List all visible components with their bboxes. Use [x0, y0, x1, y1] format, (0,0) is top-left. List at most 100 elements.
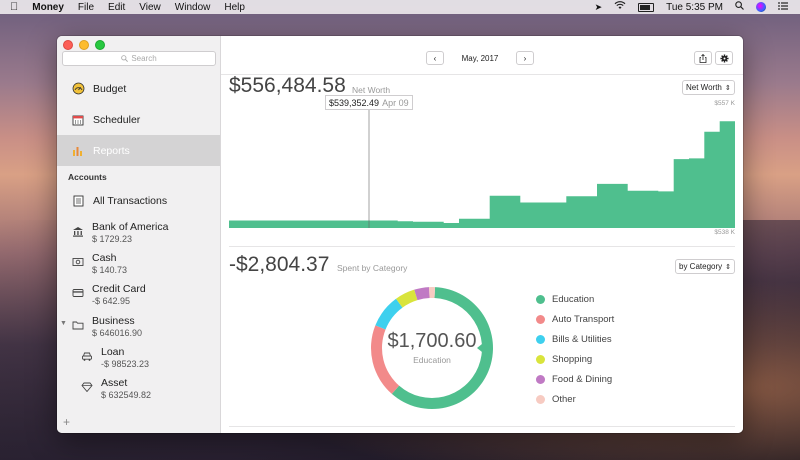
y-min-label: $538 K [714, 229, 735, 236]
reports-panel: ‹ May, 2017 › $556,484.58 Net Worth Net … [221, 36, 743, 433]
legend-label: Food & Dining [552, 373, 613, 385]
account-name: Credit Card [92, 283, 146, 295]
account-loan[interactable]: Loan -$ 98523.23 [57, 346, 229, 370]
menu-bar:  Money File Edit View Window Help ➤ Tue… [0, 0, 800, 14]
legend-item[interactable]: Food & Dining [536, 369, 614, 389]
legend-item[interactable]: Bills & Utilities [536, 329, 614, 349]
account-name: Bank of America [92, 221, 169, 233]
siri-icon[interactable] [756, 2, 766, 12]
legend-label: Shopping [552, 353, 593, 365]
net-worth-label: Net Worth [352, 85, 391, 95]
notification-center-icon[interactable] [778, 1, 788, 13]
toolbar: ‹ May, 2017 › [221, 36, 743, 74]
spotlight-icon[interactable] [735, 1, 744, 13]
disclosure-triangle-icon[interactable]: ▼ [60, 320, 67, 327]
account-name: Loan [101, 346, 125, 358]
sidebar-item-label: All Transactions [93, 194, 168, 207]
menu-window[interactable]: Window [175, 2, 211, 13]
battery-icon[interactable] [638, 2, 655, 12]
date-navigator: ‹ May, 2017 › [426, 51, 534, 65]
spent-label: Spent by Category [337, 263, 408, 273]
accounts-header: Accounts [68, 172, 107, 182]
close-window-button[interactable] [63, 40, 73, 50]
donut-center: $1,700.60 Education [367, 330, 497, 365]
updown-chevron-icon: ⇕ [725, 263, 732, 271]
legend-swatch [536, 334, 545, 344]
grouping-value: by Category [679, 262, 723, 271]
app-menu[interactable]: Money [32, 2, 64, 13]
add-account-icon[interactable]: + [63, 415, 70, 429]
account-balance: $ 632549.82 [101, 390, 152, 400]
sidebar-item-reports[interactable]: Reports [57, 135, 220, 166]
legend-label: Education [552, 293, 595, 305]
bar-chart-icon [71, 144, 85, 158]
account-business[interactable]: ▼ Business $ 646016.90 [57, 315, 220, 339]
sidebar: Search Budget Scheduler Reports Accounts [57, 36, 221, 433]
account-balance: -$ 98523.23 [101, 359, 150, 369]
share-button[interactable] [694, 51, 712, 65]
legend-label: Bills & Utilities [552, 333, 612, 345]
menu-edit[interactable]: Edit [108, 2, 125, 13]
sidebar-item-scheduler[interactable]: Scheduler [57, 104, 220, 135]
updown-chevron-icon: ⇕ [724, 84, 731, 92]
minimize-window-button[interactable] [79, 40, 89, 50]
menu-file[interactable]: File [78, 2, 94, 13]
tooltip-date: Apr 09 [382, 97, 409, 108]
apple-icon[interactable]:  [10, 1, 18, 13]
account-cash[interactable]: Cash $ 140.73 [57, 252, 220, 276]
donut-center-label: Education [413, 355, 451, 365]
sidebar-item-label: Budget [93, 82, 127, 95]
folder-icon [71, 318, 85, 332]
section-divider [229, 246, 735, 247]
spent-value: -$2,804.37 [229, 253, 330, 276]
prev-month-button[interactable]: ‹ [426, 51, 444, 65]
donut-slice-bills-utilities[interactable] [375, 298, 403, 330]
account-balance: $ 646016.90 [92, 328, 143, 338]
account-balance: $ 140.73 [92, 265, 128, 275]
sidebar-item-label: Scheduler [93, 113, 141, 126]
legend-swatch [536, 294, 545, 304]
donut-slice-other[interactable] [429, 287, 436, 299]
search-field[interactable]: Search [62, 51, 216, 66]
sidebar-item-label: Reports [93, 144, 130, 157]
legend-item[interactable]: Auto Transport [536, 309, 614, 329]
account-name: Asset [101, 377, 128, 389]
cash-icon [71, 255, 85, 269]
account-asset[interactable]: Asset $ 632549.82 [57, 377, 229, 401]
net-worth-chart[interactable] [229, 110, 735, 228]
zoom-window-button[interactable] [95, 40, 105, 50]
report-type-dropdown[interactable]: Net Worth ⇕ [682, 80, 735, 95]
legend-swatch [536, 394, 545, 404]
settings-button[interactable] [715, 51, 733, 65]
calendar-icon [71, 113, 85, 127]
legend-swatch [536, 314, 545, 324]
legend-swatch [536, 374, 545, 384]
bottom-divider [229, 426, 735, 427]
legend-item[interactable]: Education [536, 289, 614, 309]
sidebar-item-budget[interactable]: Budget [57, 73, 220, 104]
car-icon [80, 349, 94, 363]
legend-item[interactable]: Shopping [536, 349, 614, 369]
clock[interactable]: Tue 5:35 PM [666, 2, 723, 13]
account-name: Business [92, 315, 135, 327]
chart-tooltip: $539,352.49 Apr 09 [325, 95, 413, 110]
account-credit-card[interactable]: Credit Card -$ 642.95 [57, 283, 220, 307]
location-icon[interactable]: ➤ [595, 2, 603, 13]
next-month-button[interactable]: › [516, 51, 534, 65]
sidebar-item-all-transactions[interactable]: All Transactions [57, 185, 220, 216]
account-balance: $ 1729.23 [92, 234, 133, 244]
account-name: Cash [92, 252, 117, 264]
grouping-dropdown[interactable]: by Category ⇕ [675, 259, 736, 274]
legend-item[interactable]: Other [536, 389, 614, 409]
credit-card-icon [71, 286, 85, 300]
account-bank-of-america[interactable]: Bank of America $ 1729.23 [57, 221, 220, 245]
diamond-icon [80, 380, 94, 394]
menu-help[interactable]: Help [224, 2, 245, 13]
search-placeholder: Search [131, 54, 157, 63]
gear-icon [719, 53, 729, 63]
wifi-icon[interactable] [614, 1, 626, 13]
menu-view[interactable]: View [139, 2, 161, 13]
legend-label: Auto Transport [552, 313, 615, 325]
y-max-label: $557 K [714, 100, 735, 107]
window-controls [63, 40, 105, 50]
